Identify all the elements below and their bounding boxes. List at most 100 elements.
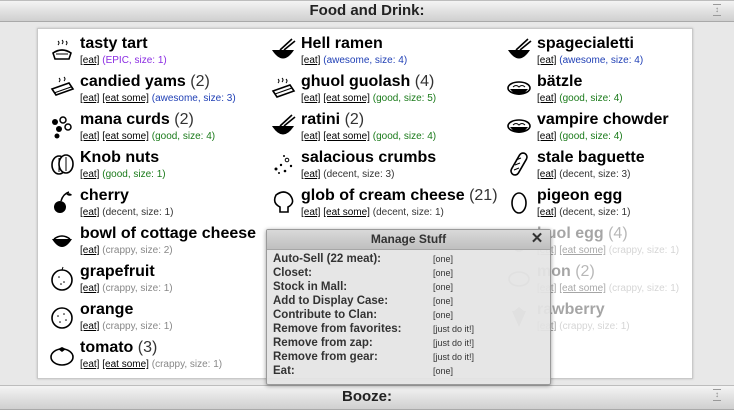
crumbs-icon[interactable]: [270, 151, 296, 177]
ramen-bowl-icon[interactable]: [270, 37, 296, 63]
item-quality-size: (crappy, size: 1): [608, 245, 680, 256]
item-name: orange: [80, 301, 133, 319]
item-actions: [eat] [eat some] (crappy, size: 1): [537, 283, 679, 295]
grapefruit-icon[interactable]: [49, 265, 75, 291]
manage-option-link[interactable]: [just do it!]: [433, 322, 474, 336]
booze-header[interactable]: Booze: ↕: [0, 385, 734, 410]
item-actions: [eat] (crappy, size: 2): [80, 245, 173, 257]
eat-link[interactable]: [eat]: [80, 207, 99, 218]
collapse-toggle-icon[interactable]: ↕: [712, 3, 722, 20]
egg-icon[interactable]: [506, 189, 532, 215]
item-actions: [eat] (decent, size: 3): [537, 169, 630, 181]
manage-option-link[interactable]: [one]: [433, 266, 453, 280]
item-name-text: candied yams: [80, 73, 186, 90]
eat-some-link[interactable]: [eat some]: [102, 359, 149, 370]
steaming-food-icon[interactable]: [270, 75, 296, 101]
eat-link[interactable]: [eat]: [80, 169, 99, 180]
ramen-bowl-icon[interactable]: [506, 37, 532, 63]
dish-icon[interactable]: [506, 75, 532, 101]
eat-link[interactable]: [eat]: [537, 131, 556, 142]
item-count: (2): [185, 73, 210, 90]
eat-link[interactable]: [eat]: [80, 131, 99, 142]
item-quality-size: (decent, size: 1): [102, 207, 174, 218]
item-name: pigeon egg: [537, 187, 622, 205]
eat-some-link[interactable]: [eat some]: [102, 131, 149, 142]
item-name-text: Hell ramen: [301, 35, 383, 52]
curds-icon[interactable]: [49, 113, 75, 139]
eat-link[interactable]: [eat]: [80, 245, 99, 256]
manage-option-label: Remove from favorites:: [273, 323, 402, 335]
eat-link[interactable]: [eat]: [80, 359, 99, 370]
eat-link[interactable]: [eat]: [80, 321, 99, 332]
item-name-text: glob of cream cheese: [301, 187, 465, 204]
eat-some-link[interactable]: [eat some]: [323, 131, 370, 142]
item-actions: [eat] (decent, size: 1): [80, 207, 173, 219]
item-name-text: spagecialetti: [537, 35, 634, 52]
baguette-icon[interactable]: [506, 151, 532, 177]
manage-option-link[interactable]: [just do it!]: [433, 350, 474, 364]
orange-icon[interactable]: [49, 303, 75, 329]
eat-link[interactable]: [eat]: [80, 93, 99, 104]
manage-option-row: Remove from zap: [just do it!]: [273, 336, 543, 350]
item-name: cherry: [80, 187, 129, 205]
cheese-bowl-icon[interactable]: [49, 227, 75, 253]
manage-option-link[interactable]: [one]: [433, 308, 453, 322]
item-quality-size: (crappy, size: 1): [559, 321, 630, 332]
manage-option-label: Remove from gear:: [273, 351, 378, 363]
tart-icon[interactable]: [49, 37, 75, 63]
eat-link[interactable]: [eat]: [537, 55, 556, 66]
eat-some-link[interactable]: [eat some]: [559, 283, 606, 294]
manage-option-row: Remove from gear: [just do it!]: [273, 350, 543, 364]
item-name: ratini (2): [301, 111, 364, 129]
eat-some-link[interactable]: [eat some]: [323, 93, 370, 104]
eat-link[interactable]: [eat]: [301, 207, 320, 218]
manage-option-link[interactable]: [one]: [433, 280, 453, 294]
item-count: (3): [133, 339, 158, 356]
dish-icon[interactable]: [506, 113, 532, 139]
eat-link[interactable]: [eat]: [301, 55, 320, 66]
eat-link[interactable]: [eat]: [80, 283, 99, 294]
item-name: Hell ramen: [301, 35, 383, 53]
food-and-drink-header[interactable]: Food and Drink: ↕: [0, 0, 734, 22]
item-count: (4): [410, 73, 435, 90]
item-actions: [eat] [eat some] (good, size: 5): [301, 93, 436, 105]
item-name-text: tasty tart: [80, 35, 148, 52]
collapse-toggle-icon[interactable]: ↕: [712, 388, 722, 405]
item-name: glob of cream cheese (21): [301, 187, 498, 205]
yams-icon[interactable]: [49, 75, 75, 101]
cream-cheese-icon[interactable]: [270, 189, 296, 215]
eat-link[interactable]: [eat]: [301, 169, 320, 180]
item-actions: [eat] [eat some] (crappy, size: 1): [537, 245, 679, 257]
tomato-icon[interactable]: [49, 341, 75, 367]
booze-title: Booze:: [342, 388, 392, 405]
eat-link[interactable]: [eat]: [537, 93, 556, 104]
manage-option-link[interactable]: [just do it!]: [433, 336, 474, 350]
item-name-text: ratini: [301, 111, 341, 128]
manage-option-link[interactable]: [one]: [433, 364, 453, 378]
eat-link[interactable]: [eat]: [301, 93, 320, 104]
item-name-text: tomato: [80, 339, 134, 356]
item-quality-size: (awesome, size: 4): [323, 55, 408, 66]
manage-option-row: Eat: [one]: [273, 364, 543, 378]
item-name: mana curds (2): [80, 111, 194, 129]
nuts-icon[interactable]: [49, 151, 75, 177]
eat-link[interactable]: [eat]: [537, 169, 556, 180]
item-actions: [eat] (EPIC, size: 1): [80, 55, 167, 67]
manage-options-list: Auto-Sell (22 meat): [one] Closet: [one] Sto…: [273, 252, 543, 378]
manage-option-label: Closet:: [273, 267, 312, 279]
eat-some-link[interactable]: [eat some]: [323, 207, 370, 218]
manage-option-link[interactable]: [one]: [433, 294, 453, 308]
manage-option-link[interactable]: [one]: [433, 252, 453, 266]
eat-some-link[interactable]: [eat some]: [559, 245, 606, 256]
dialog-title: Manage Stuff: [267, 230, 550, 250]
eat-link[interactable]: [eat]: [301, 131, 320, 142]
eat-link[interactable]: [eat]: [537, 207, 556, 218]
ramen-bowl-icon[interactable]: [270, 113, 296, 139]
item-count: (2): [169, 111, 194, 128]
close-icon[interactable]: ✕: [530, 231, 544, 247]
cherry-icon[interactable]: [49, 189, 75, 215]
item-quality-size: (awesome, size: 4): [559, 55, 644, 66]
eat-some-link[interactable]: [eat some]: [102, 93, 149, 104]
eat-link[interactable]: [eat]: [80, 55, 99, 66]
item-actions: [eat] [eat some] (crappy, size: 1): [80, 359, 222, 371]
